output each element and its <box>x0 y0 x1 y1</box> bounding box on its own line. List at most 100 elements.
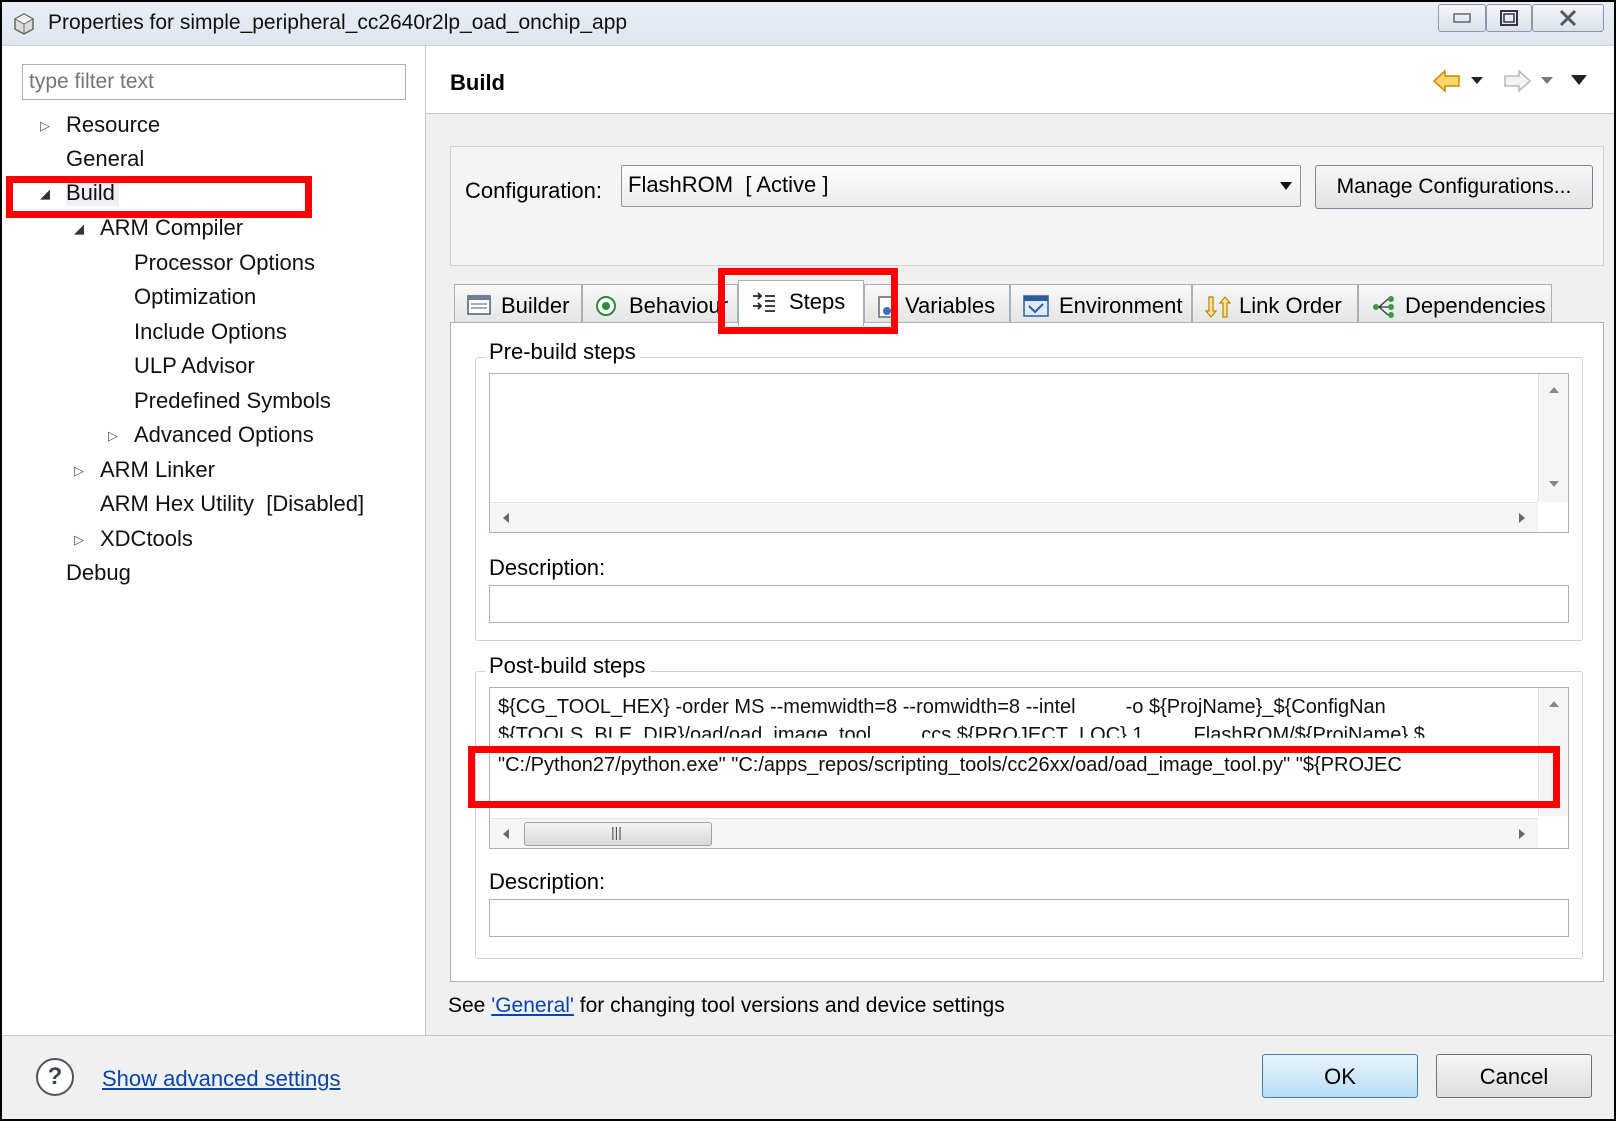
expand-advanced-options-icon[interactable]: ▷ <box>108 428 118 444</box>
tree-item-general[interactable]: General <box>66 146 144 172</box>
tree-item-arm-linker[interactable]: ARM Linker <box>100 457 215 483</box>
post-build-horizontal-scrollbar[interactable]: ||| <box>490 818 1538 848</box>
tab-steps[interactable]: Steps <box>738 280 864 326</box>
behaviour-icon <box>596 296 616 316</box>
scroll-left-arrow-icon[interactable] <box>502 512 510 524</box>
tree-item-processor-options[interactable]: Processor Options <box>134 250 315 276</box>
tab-builder-label: Builder <box>501 293 570 318</box>
tab-dependencies-label: Dependencies <box>1405 293 1546 318</box>
tab-dependencies[interactable]: Dependencies <box>1358 284 1552 324</box>
dropdown-arrow-icon <box>1280 182 1292 190</box>
scroll-left-arrow-icon[interactable] <box>502 828 510 840</box>
pre-build-steps-textarea[interactable] <box>489 373 1569 533</box>
post-build-line-2: ${TOOLS_BLE_DIR}/oad/oad_image_tool ccs … <box>498 724 1425 746</box>
configuration-select[interactable]: FlashROM [ Active ] <box>621 165 1301 207</box>
tree-item-xdctools[interactable]: XDCtools <box>100 526 193 552</box>
collapse-arm-compiler-icon[interactable]: ◢ <box>74 221 84 237</box>
property-tree-panel: ▷ Resource General ◢ Build ◢ ARM Compile… <box>2 46 426 1035</box>
page-title: Build <box>450 70 505 95</box>
post-build-line-3: "C:/Python27/python.exe" "C:/apps_repos/… <box>498 754 1402 776</box>
close-icon <box>1559 9 1577 27</box>
scroll-up-arrow-icon[interactable] <box>1548 700 1560 708</box>
build-page: Build Configuration: FlashROM [ Active ]… <box>426 46 1614 1035</box>
scroll-up-arrow-icon[interactable] <box>1548 386 1560 394</box>
back-icon[interactable] <box>1432 68 1462 94</box>
general-link[interactable]: 'General' <box>491 994 574 1017</box>
page-header: Build <box>426 46 1614 114</box>
tab-steps-label: Steps <box>789 289 846 314</box>
tab-variables[interactable]: Variables <box>864 284 1010 324</box>
help-icon[interactable]: ? <box>36 1058 74 1096</box>
pre-build-description-input[interactable] <box>489 585 1569 623</box>
tree-item-ulp-advisor[interactable]: ULP Advisor <box>134 353 255 379</box>
tree-item-include-options[interactable]: Include Options <box>134 319 287 345</box>
scroll-down-arrow-icon[interactable] <box>1548 480 1560 488</box>
tree-item-resource[interactable]: Resource <box>66 112 160 138</box>
forward-menu-chevron-down-icon[interactable] <box>1540 76 1554 86</box>
filter-input[interactable] <box>22 64 406 100</box>
tab-builder[interactable]: Builder <box>454 284 582 324</box>
forward-icon[interactable] <box>1502 68 1532 94</box>
tree-item-arm-compiler[interactable]: ARM Compiler <box>100 215 243 241</box>
ok-button[interactable]: OK <box>1262 1054 1418 1098</box>
back-menu-chevron-down-icon[interactable] <box>1470 76 1484 86</box>
tab-link-order[interactable]: Link Order <box>1192 284 1358 324</box>
tab-behaviour[interactable]: Behaviour <box>582 284 738 324</box>
properties-dialog: Properties for simple_peripheral_cc2640r… <box>0 0 1616 1121</box>
pre-build-vertical-scrollbar[interactable] <box>1538 374 1568 502</box>
steps-icon <box>753 292 775 312</box>
tree-item-advanced-options[interactable]: Advanced Options <box>134 422 314 448</box>
hint-prefix: See <box>448 994 492 1017</box>
scroll-right-arrow-icon[interactable] <box>1518 828 1526 840</box>
dialog-footer: ? Show advanced settings OK Cancel <box>2 1035 1614 1119</box>
post-build-line-1: ${CG_TOOL_HEX} -order MS --memwidth=8 --… <box>498 696 1386 718</box>
window-title: Properties for simple_peripheral_cc2640r… <box>48 11 628 34</box>
post-build-description-input[interactable] <box>489 899 1569 937</box>
tree-item-arm-hex-utility[interactable]: ARM Hex Utility [Disabled] <box>100 491 364 517</box>
maximize-icon <box>1500 10 1518 26</box>
configuration-group: Configuration: FlashROM [ Active ] Manag… <box>450 146 1604 266</box>
scroll-right-arrow-icon[interactable] <box>1518 512 1526 524</box>
settings-hint: See 'General' for changing tool versions… <box>448 994 1005 1018</box>
expand-xdctools-icon[interactable]: ▷ <box>74 532 84 548</box>
minimize-icon <box>1453 13 1471 23</box>
horizontal-scroll-thumb[interactable]: ||| <box>524 822 712 846</box>
tree-item-predefined-symbols[interactable]: Predefined Symbols <box>134 388 331 414</box>
builder-icon <box>467 295 491 315</box>
steps-tab-content: Pre-build steps Description: Post-build … <box>450 322 1604 982</box>
post-build-steps-textarea[interactable]: ${CG_TOOL_HEX} -order MS --memwidth=8 --… <box>489 687 1569 849</box>
title-bar: Properties for simple_peripheral_cc2640r… <box>2 2 1614 46</box>
tree-item-optimization[interactable]: Optimization <box>134 284 256 310</box>
post-build-description-label: Description: <box>489 869 606 894</box>
variables-icon <box>878 296 896 318</box>
collapse-build-icon[interactable]: ◢ <box>40 186 50 202</box>
tab-variables-label: Variables <box>905 293 996 318</box>
tab-environment[interactable]: Environment <box>1010 284 1192 324</box>
app-icon <box>13 13 35 35</box>
view-menu-icon[interactable] <box>1570 74 1588 86</box>
pre-build-horizontal-scrollbar[interactable] <box>490 502 1538 532</box>
manage-configurations-button[interactable]: Manage Configurations... <box>1315 165 1593 209</box>
show-advanced-settings-link[interactable]: Show advanced settings <box>102 1066 341 1092</box>
post-build-label: Post-build steps <box>485 653 650 679</box>
hint-suffix: for changing tool versions and device se… <box>573 994 1005 1017</box>
tree-item-build[interactable]: Build <box>66 180 119 206</box>
tab-behaviour-label: Behaviour <box>629 293 729 318</box>
expand-resource-icon[interactable]: ▷ <box>40 118 50 134</box>
expand-arm-linker-icon[interactable]: ▷ <box>74 463 84 479</box>
configuration-label: Configuration: <box>465 178 602 203</box>
tab-link-order-label: Link Order <box>1239 293 1342 318</box>
dependencies-icon <box>1373 296 1394 318</box>
post-build-vertical-scrollbar[interactable] <box>1538 688 1568 816</box>
pre-build-label: Pre-build steps <box>485 339 640 365</box>
tab-environment-label: Environment <box>1059 293 1183 318</box>
link-order-icon <box>1205 296 1231 318</box>
grip-icon: ||| <box>611 824 622 840</box>
maximize-button[interactable] <box>1486 4 1532 32</box>
minimize-button[interactable] <box>1438 4 1486 32</box>
tree-item-debug[interactable]: Debug <box>66 560 131 586</box>
environment-icon <box>1023 295 1049 317</box>
cancel-button[interactable]: Cancel <box>1436 1054 1592 1098</box>
tab-strip: Builder Behaviour Steps Variables Enviro… <box>454 280 1604 326</box>
close-button[interactable] <box>1532 4 1604 32</box>
